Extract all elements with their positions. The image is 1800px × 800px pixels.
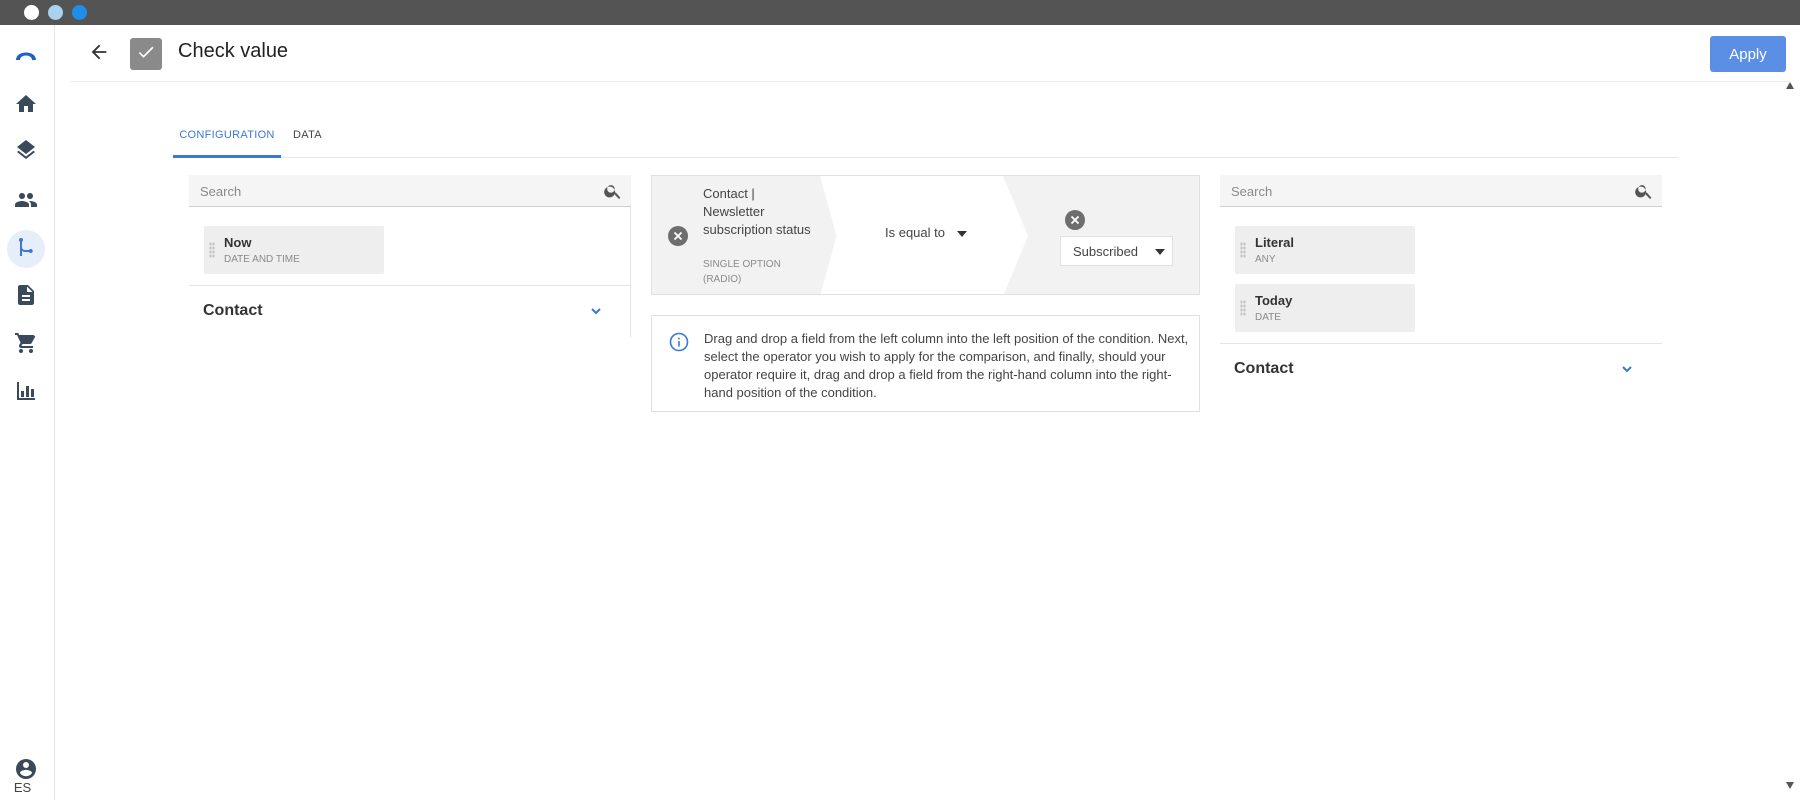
window-close-button[interactable] (24, 5, 39, 20)
tab-bar: CONFIGURATION DATA (173, 120, 1678, 158)
window-minimize-button[interactable] (48, 5, 63, 20)
info-icon (669, 332, 689, 352)
field-chip-name: Today (1255, 293, 1293, 308)
arch-logo-icon (14, 42, 38, 71)
window-titlebar (0, 0, 1800, 25)
info-text: Drag and drop a field from the left colu… (704, 331, 1189, 400)
back-button[interactable] (86, 41, 112, 67)
right-search-box (1220, 175, 1662, 207)
info-message: Drag and drop a field from the left colu… (651, 315, 1200, 412)
left-search-input[interactable] (189, 175, 589, 207)
sidebar-item-layers[interactable] (7, 135, 45, 173)
left-field-panel: Now DATE AND TIME Contact (189, 175, 631, 337)
operator-dropdown[interactable]: Is equal to (885, 225, 967, 240)
sidebar-item-workflows[interactable] (7, 230, 45, 268)
chevron-down-icon[interactable] (1620, 362, 1634, 376)
right-field-panel: Literal ANY Today DATE Contact (1220, 175, 1662, 395)
condition-builder: Contact | Newsletter subscription status… (651, 175, 1200, 295)
vertical-scrollbar[interactable] (1784, 82, 1796, 800)
sidebar: ES (0, 25, 55, 800)
search-icon[interactable] (1634, 181, 1654, 201)
field-chip-type: DATE AND TIME (224, 254, 300, 265)
search-icon[interactable] (603, 181, 623, 201)
chevron-down-icon[interactable] (589, 304, 603, 318)
drag-handle-icon[interactable] (209, 242, 215, 258)
sidebar-item-documents[interactable] (7, 278, 45, 316)
field-chip-type: DATE (1255, 312, 1281, 323)
caret-down-icon (1155, 249, 1165, 255)
language-selector[interactable]: ES (0, 780, 45, 795)
condition-left-field: Contact | Newsletter subscription status (703, 186, 811, 237)
arrow-left-icon (88, 41, 110, 68)
bar-chart-icon (14, 379, 38, 408)
left-search-box (189, 175, 631, 207)
tab-data[interactable]: DATA (293, 120, 343, 158)
cart-icon (14, 331, 38, 360)
field-chip-name: Now (224, 235, 252, 250)
left-group-contact[interactable]: Contact (189, 285, 631, 337)
field-chip-now[interactable]: Now DATE AND TIME (204, 226, 384, 274)
check-icon (136, 42, 156, 67)
remove-right-value-icon[interactable] (1065, 210, 1085, 230)
node-type-badge (130, 38, 162, 70)
drag-handle-icon[interactable] (1240, 242, 1246, 258)
apply-button[interactable]: Apply (1710, 36, 1786, 72)
sidebar-item-logo[interactable] (7, 37, 45, 75)
remove-left-field-icon[interactable] (668, 226, 688, 246)
group-label: Contact (203, 302, 263, 319)
page-header: Check value Apply (70, 25, 1790, 82)
sidebar-item-contacts[interactable] (7, 183, 45, 221)
sidebar-item-home[interactable] (7, 87, 45, 125)
tab-configuration[interactable]: CONFIGURATION (173, 120, 281, 158)
selected-value: Subscribed (1073, 244, 1139, 259)
scroll-down-arrow-icon[interactable] (1786, 782, 1794, 789)
field-chip-literal[interactable]: Literal ANY (1235, 226, 1415, 274)
field-chip-type: ANY (1255, 254, 1276, 265)
condition-left-field-type: SINGLE OPTION (RADIO) (703, 259, 781, 285)
scroll-up-arrow-icon[interactable] (1786, 82, 1794, 89)
operator-value: Is equal to (885, 225, 945, 240)
sidebar-item-reports[interactable] (7, 374, 45, 412)
layers-icon (14, 139, 38, 169)
right-search-input[interactable] (1220, 175, 1620, 207)
window-maximize-button[interactable] (72, 5, 87, 20)
branch-icon (14, 235, 38, 264)
sidebar-item-commerce[interactable] (7, 326, 45, 364)
field-chip-name: Literal (1255, 235, 1295, 250)
drag-handle-icon[interactable] (1240, 300, 1246, 316)
home-icon (14, 92, 38, 121)
group-label: Contact (1234, 360, 1294, 377)
people-icon (14, 188, 38, 217)
caret-down-icon (957, 230, 967, 237)
value-dropdown[interactable]: Subscribed (1060, 236, 1173, 266)
field-chip-today[interactable]: Today DATE (1235, 284, 1415, 332)
page-title: Check value (178, 40, 289, 62)
right-group-contact[interactable]: Contact (1220, 343, 1662, 395)
document-icon (14, 283, 38, 312)
